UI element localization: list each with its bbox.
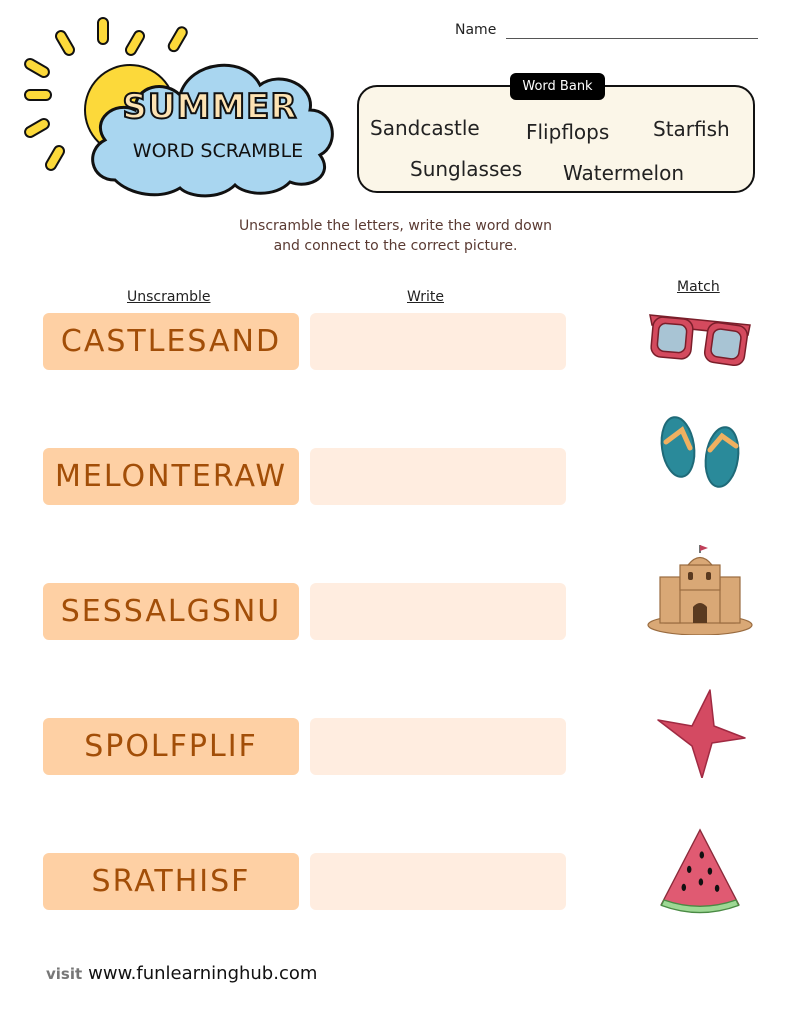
column-header-match: Match — [677, 279, 720, 295]
instructions-line1: Unscramble the letters, write the word d… — [238, 218, 553, 234]
sunglasses-icon[interactable] — [640, 300, 760, 390]
summer-logo: SUMMER WORD SCRAMBLE — [24, 17, 334, 198]
word-bank-word: Sunglasses — [410, 157, 523, 181]
watermelon-icon[interactable] — [640, 828, 760, 918]
write-field[interactable] — [310, 583, 566, 640]
instructions-line2: and connect to the correct picture. — [273, 238, 518, 254]
word-bank-word: Sandcastle — [370, 116, 480, 140]
write-field[interactable] — [310, 853, 566, 910]
write-field[interactable] — [310, 718, 566, 775]
column-header-write: Write — [407, 289, 444, 305]
word-bank-title: Word Bank — [510, 73, 605, 100]
scrambled-word: SESSALGSNU — [43, 583, 299, 640]
scrambled-word: SRATHISF — [43, 853, 299, 910]
flipflops-icon[interactable] — [640, 412, 760, 502]
scrambled-word: SPOLFPLIF — [43, 718, 299, 775]
footer-url[interactable]: www.funlearninghub.com — [88, 963, 317, 984]
starfish-icon[interactable] — [640, 688, 760, 778]
scrambled-word: MELONTERAW — [43, 448, 299, 505]
write-field[interactable] — [310, 448, 566, 505]
logo-subtitle: WORD SCRAMBLE — [133, 140, 303, 162]
logo-title: SUMMER — [122, 87, 297, 127]
word-bank-word: Starfish — [653, 117, 730, 141]
word-bank-word: Flipflops — [526, 120, 610, 144]
scrambled-word: CASTLESAND — [43, 313, 299, 370]
name-label: Name — [455, 22, 497, 38]
footer: visit www.funlearninghub.com — [46, 963, 317, 984]
write-field[interactable] — [310, 313, 566, 370]
word-bank-word: Watermelon — [563, 161, 685, 185]
instructions: Unscramble the letters, write the word d… — [0, 216, 791, 256]
column-header-unscramble: Unscramble — [127, 289, 211, 305]
footer-visit-label: visit — [46, 965, 83, 983]
name-field[interactable] — [506, 38, 758, 39]
sandcastle-icon[interactable] — [640, 545, 760, 635]
